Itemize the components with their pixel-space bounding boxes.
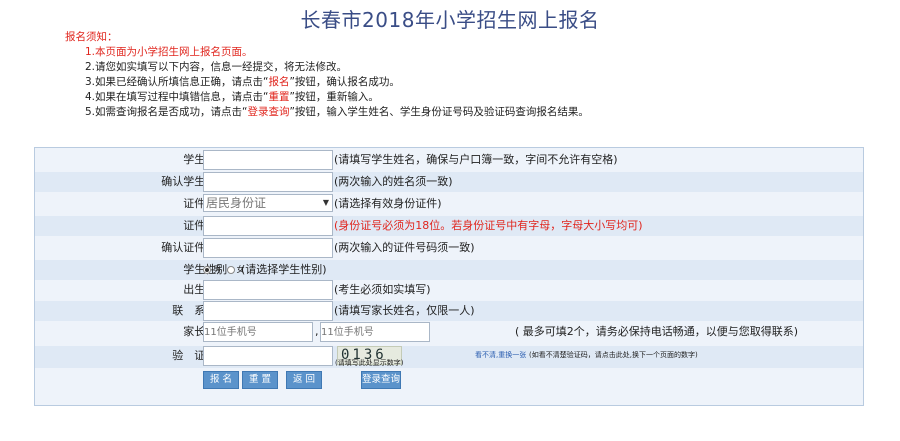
back-button[interactable]: 返 回 <box>286 371 322 389</box>
notice-block: 报名须知： 1.本页面为小学招生网上报名页面。 2.请您如实填写以下内容，信息一… <box>65 30 589 120</box>
row-birth: 出生日期: (考生必须如实填写) <box>35 280 863 300</box>
notice-highlight-reset: 重置 <box>268 91 290 103</box>
notice-text: 3.如果已经确认所填信息正确，请点击“ <box>85 76 269 88</box>
notice-text: ”按钮，输入学生姓名、学生身份证号码及验证码查询报名结果。 <box>289 106 589 118</box>
row-confirm-name: 确认学生姓名: (两次输入的姓名须一致) <box>35 172 863 192</box>
notice-line-5: 5.如需查询报名是否成功，请点击“登录查询”按钮，输入学生姓名、学生身份证号码及… <box>65 105 589 120</box>
notice-text: ”按钮，确认报名成功。 <box>289 76 400 88</box>
row-confirm-id: 确认证件号码: (两次输入的证件号码须一致) <box>35 238 863 258</box>
notice-text: 4.如果在填写过程中填错信息，请点击“ <box>85 91 269 103</box>
row-id-type: 证件类型: 居民身份证 ▼ (请选择有效身份证件) <box>35 194 863 214</box>
captcha-tip: (如看不清楚验证码，请点击此处,换下一个页面的数字) <box>529 351 698 359</box>
notice-line-1: 1.本页面为小学招生网上报名页面。 <box>85 46 253 58</box>
id-type-selected: 居民身份证 <box>206 196 267 210</box>
student-name-input[interactable] <box>203 150 333 170</box>
row-buttons: 报 名 重 置 返 回 登录查询 <box>35 371 863 391</box>
contact-hint: (请填写家长姓名，仅限一人) <box>334 304 475 317</box>
notice-text: 5.如需查询报名是否成功，请点击“ <box>85 106 248 118</box>
gender-male-radio[interactable] <box>203 265 211 274</box>
row-gender: 学生性别: 男 女 (请选择学生性别) <box>35 260 863 280</box>
row-id-number: 证件号码: (身份证号必须为18位。若身份证号中有字母，字母大小写均可) <box>35 216 863 236</box>
row-phone: 家长手机: , ( 最多可填2个，请务必保持电话畅通，以便与您取得联系) <box>35 322 863 342</box>
birth-hint: (考生必须如实填写) <box>334 283 431 296</box>
phone-input-2[interactable] <box>320 322 430 342</box>
confirm-id-hint: (两次输入的证件号码须一致) <box>334 241 475 254</box>
notice-heading: 报名须知： <box>65 31 118 43</box>
id-number-input[interactable] <box>203 216 333 236</box>
captcha-hint: (请填写此处显示数字) <box>335 359 404 367</box>
page-title: 长春市2018年小学招生网上报名 <box>300 8 600 32</box>
contact-input[interactable] <box>203 301 333 321</box>
gender-hint: (请选择学生性别) <box>241 263 327 276</box>
phone-hint: ( 最多可填2个，请务必保持电话畅通，以便与您取得联系) <box>515 325 799 338</box>
row-student-name: 学生姓名: (请填写学生姓名，确保与户口簿一致，字间不允许有空格) <box>35 150 863 170</box>
student-name-hint: (请填写学生姓名，确保与户口簿一致，字间不允许有空格) <box>334 153 618 166</box>
notice-text: ”按钮，重新输入。 <box>289 91 379 103</box>
gender-male-label: 男 <box>213 265 221 274</box>
notice-line-3: 3.如果已经确认所填信息正确，请点击“报名”按钮，确认报名成功。 <box>65 75 589 90</box>
phone-input-1[interactable] <box>203 322 313 342</box>
notice-highlight-register: 报名 <box>268 76 290 88</box>
notice-line-4: 4.如果在填写过程中填错信息，请点击“重置”按钮，重新输入。 <box>65 90 589 105</box>
notice-highlight-query: 登录查询 <box>247 106 290 118</box>
query-button[interactable]: 登录查询 <box>361 371 401 389</box>
id-number-hint: (身份证号必须为18位。若身份证号中有字母，字母大小写均可) <box>334 219 643 232</box>
row-contact: 联 系 人: (请填写家长姓名，仅限一人) <box>35 301 863 321</box>
registration-form: 学生姓名: (请填写学生姓名，确保与户口簿一致，字间不允许有空格) 确认学生姓名… <box>34 147 864 406</box>
row-captcha: 验 证 码: 0136 (请填写此处显示数字) 看不清,重换一张 (如看不清楚验… <box>35 346 863 368</box>
phone-separator: , <box>315 325 319 338</box>
captcha-input[interactable] <box>203 346 333 366</box>
confirm-id-input[interactable] <box>203 238 333 258</box>
id-type-hint: (请选择有效身份证件) <box>334 197 442 210</box>
gender-female-radio[interactable] <box>226 265 235 274</box>
dropdown-arrow-icon: ▼ <box>322 198 329 207</box>
id-type-select[interactable]: 居民身份证 ▼ <box>203 194 333 212</box>
captcha-refresh-link[interactable]: 看不清,重换一张 <box>475 350 526 360</box>
confirm-name-hint: (两次输入的姓名须一致) <box>334 175 453 188</box>
birth-date-input[interactable] <box>203 280 333 300</box>
register-button[interactable]: 报 名 <box>203 371 239 389</box>
confirm-name-input[interactable] <box>203 172 333 192</box>
reset-button[interactable]: 重 置 <box>242 371 278 389</box>
gender-options: 男 女 <box>203 260 245 280</box>
notice-line-2: 2.请您如实填写以下内容，信息一经提交，将无法修改。 <box>85 61 348 73</box>
